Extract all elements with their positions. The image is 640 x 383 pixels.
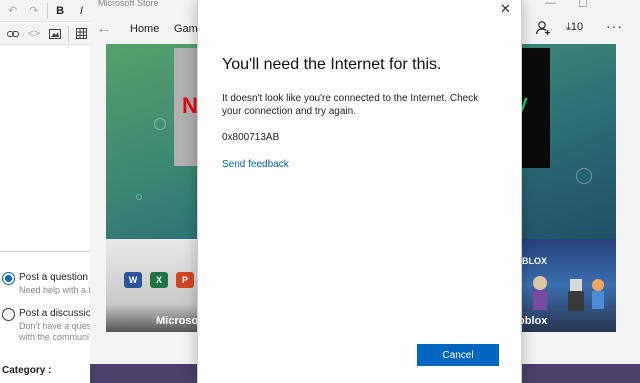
decor-circle — [136, 194, 142, 200]
option-label: Post a question — [19, 272, 88, 283]
minimize-button[interactable]: — — [545, 0, 556, 9]
option-description: Don't have a quest — [19, 321, 94, 331]
tile-label: oblox — [518, 315, 548, 327]
italic-icon[interactable]: I — [73, 2, 90, 20]
image-icon[interactable] — [47, 25, 64, 43]
close-icon[interactable]: ✕ — [500, 1, 511, 17]
no-internet-dialog: ✕ You'll need the Internet for this. It … — [197, 0, 522, 383]
word-icon: W — [124, 272, 142, 288]
radio-post-question[interactable] — [2, 272, 15, 285]
table-icon[interactable] — [73, 25, 90, 43]
link-icon[interactable] — [4, 25, 21, 43]
roblox-tile[interactable]: BLOX oblox — [518, 239, 616, 332]
downloads-button[interactable]: ⤓10 — [566, 21, 583, 34]
netflix-logo: N — [182, 93, 198, 118]
decor-circle — [154, 118, 166, 130]
editor-toolbar-row-2: <> — [0, 23, 90, 45]
radio-post-discussion[interactable] — [2, 308, 15, 321]
powerpoint-icon: P — [176, 272, 194, 288]
editor-text-area[interactable] — [0, 46, 90, 252]
bold-icon[interactable]: B — [51, 2, 68, 20]
decor-circle — [576, 168, 592, 184]
code-icon[interactable]: <> — [25, 25, 42, 43]
cancel-button[interactable]: Cancel — [417, 344, 499, 366]
dialog-message: It doesn't look like you're connected to… — [222, 93, 479, 117]
downloads-count: 10 — [570, 21, 584, 33]
maximize-button[interactable]: ☐ — [578, 0, 588, 10]
account-icon[interactable] — [535, 20, 551, 41]
nav-home[interactable]: Home — [130, 23, 159, 35]
category-label: Category : — [2, 365, 52, 376]
option-label: Post a discussion — [19, 308, 97, 319]
error-code: 0x800713AB — [222, 132, 280, 143]
roblox-logo: BLOX — [522, 256, 548, 266]
undo-icon[interactable]: ↶ — [4, 2, 21, 20]
window-title: Microsoft Store — [98, 0, 159, 8]
more-options-button[interactable]: ··· — [606, 18, 623, 34]
post-editor: ↶ ↷ B I <> Post a question Need help wit… — [0, 0, 97, 383]
excel-icon: X — [150, 272, 168, 288]
option-description: Need help with a t — [19, 285, 92, 295]
redo-icon[interactable]: ↷ — [25, 2, 42, 20]
dialog-title: You'll need the Internet for this. — [222, 56, 442, 73]
send-feedback-link[interactable]: Send feedback — [222, 159, 289, 170]
toolbar-divider — [46, 2, 48, 19]
toolbar-divider — [67, 25, 69, 42]
option-description: with the communi — [19, 332, 90, 342]
back-arrow-icon[interactable]: ← — [96, 20, 112, 38]
roblox-characters-image — [533, 276, 604, 311]
editor-toolbar-row-1: ↶ ↷ B I — [0, 0, 90, 22]
